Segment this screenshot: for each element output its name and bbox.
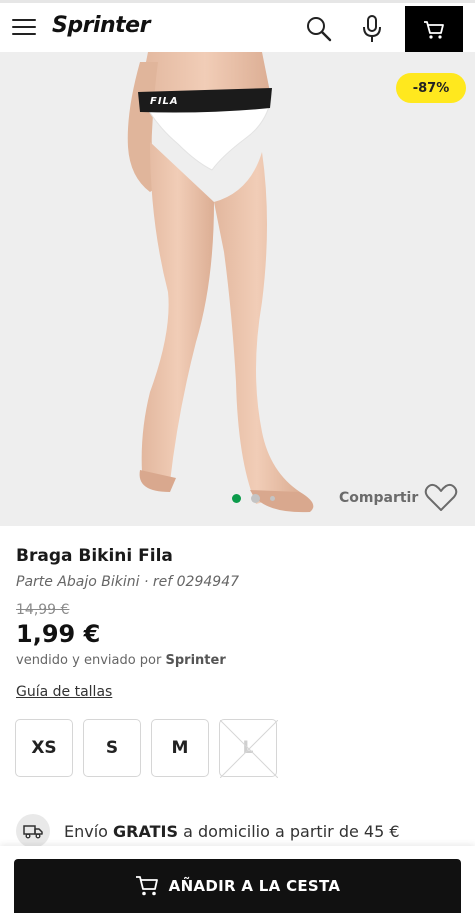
size-selector: XS S M L <box>15 719 278 778</box>
size-option-xs[interactable]: XS <box>15 719 73 777</box>
cart-icon[interactable] <box>405 6 463 54</box>
search-icon[interactable] <box>301 11 337 47</box>
subtitle-separator: · <box>144 574 149 590</box>
top-header: Sprinter <box>0 0 475 54</box>
product-category: Parte Abajo Bikini <box>16 574 140 590</box>
product-reference: ref 0294947 <box>152 574 240 590</box>
share-button[interactable]: Compartir <box>339 490 418 506</box>
carousel-dot-2[interactable] <box>251 494 260 503</box>
unavailable-cross-icon <box>220 720 278 778</box>
size-option-m[interactable]: M <box>151 719 209 777</box>
menu-icon[interactable] <box>12 19 36 37</box>
add-to-cart-button[interactable]: AÑADIR A LA CESTA <box>14 859 461 913</box>
seller-info: vendido y enviado por Sprinter <box>16 653 226 668</box>
sprinter-logo[interactable]: Sprinter <box>52 13 150 38</box>
old-price: 14,99 € <box>16 602 70 618</box>
shipping-info: Envío GRATIS a domicilio a partir de 45 … <box>16 814 400 848</box>
current-price: 1,99 € <box>16 620 101 648</box>
microphone-icon[interactable] <box>354 11 390 47</box>
shipping-suffix: a domicilio a partir de 45 € <box>183 821 400 841</box>
add-to-cart-label: AÑADIR A LA CESTA <box>168 877 341 895</box>
seller-name: Sprinter <box>165 653 226 668</box>
seller-prefix: vendido y enviado por <box>16 653 162 668</box>
product-image[interactable]: FILA <box>0 52 475 526</box>
heart-icon[interactable] <box>424 483 458 513</box>
carousel-indicator <box>232 494 275 503</box>
carousel-dot-1[interactable] <box>232 494 241 503</box>
size-option-s[interactable]: S <box>83 719 141 777</box>
shipping-highlight: GRATIS <box>113 821 179 841</box>
bottom-action-bar: AÑADIR A LA CESTA <box>0 846 475 913</box>
product-title: Braga Bikini Fila <box>16 546 173 566</box>
waistband-brand-print: FILA <box>150 96 179 107</box>
shipping-text: Envío GRATIS a domicilio a partir de 45 … <box>64 822 400 841</box>
product-subtitle: Parte Abajo Bikini · ref 0294947 <box>16 574 239 590</box>
size-option-l-unavailable: L <box>219 719 278 778</box>
size-guide-link[interactable]: Guía de tallas <box>16 684 112 700</box>
shipping-prefix: Envío <box>64 821 108 841</box>
carousel-dot-3[interactable] <box>270 496 275 501</box>
cart-icon <box>135 876 158 896</box>
truck-icon <box>16 814 50 848</box>
discount-badge: -87% <box>396 73 466 103</box>
